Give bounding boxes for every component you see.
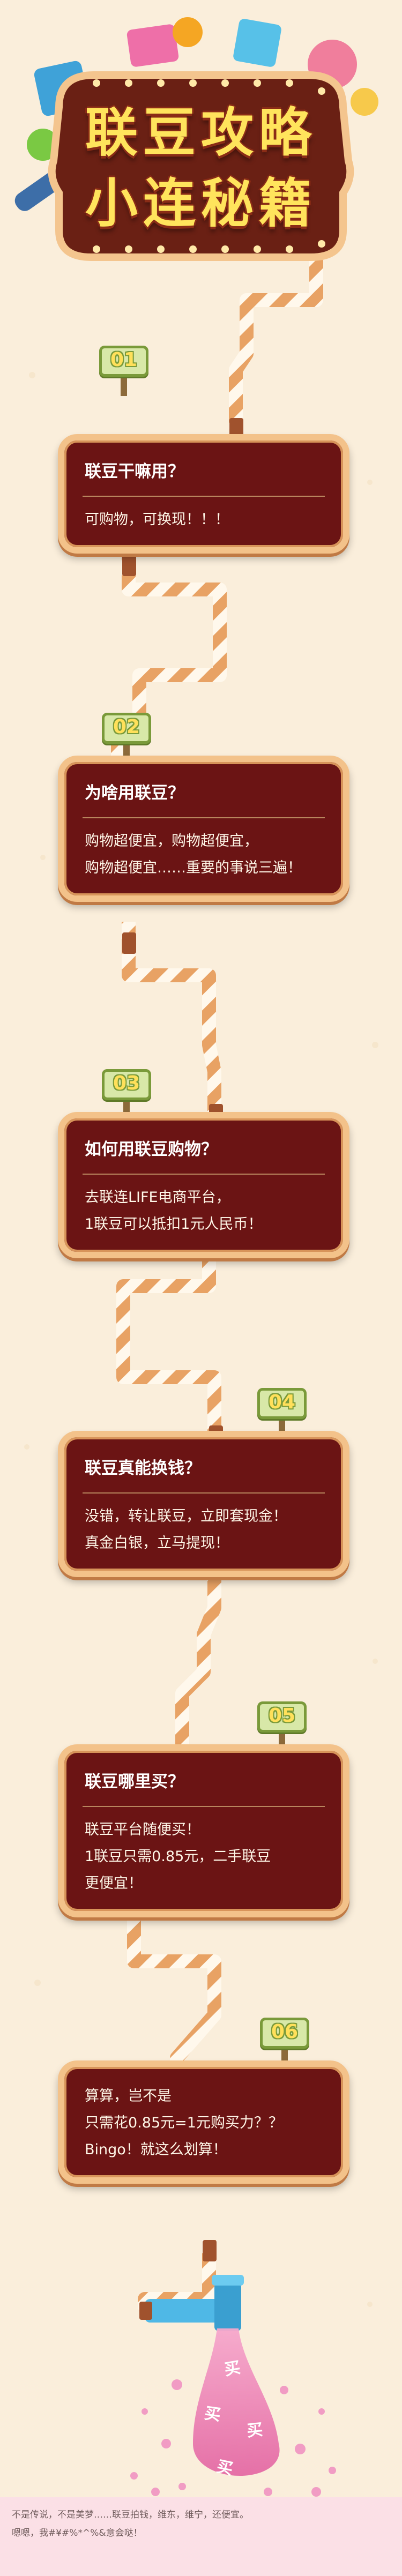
faq-answer: 没错，转让联豆，立即套现金！ 真金白银，立马提现！ [64, 1494, 343, 1571]
faq-answer-line: Bingo！就这么划算！ [85, 2141, 227, 2158]
faq-card-3: 如何用联豆购物？ 去联连LIFE电商平台， 1联豆可以抵扣1元人民币！ [58, 1112, 349, 1258]
faq-answer-line: 真金白银，立马提现！ [85, 1535, 229, 1551]
faq-answer: 去联连LIFE电商平台， 1联豆可以抵扣1元人民币！ [64, 1175, 343, 1252]
section-number: 04 [268, 1391, 296, 1413]
faq-answer: 联豆平台随便买！ 1联豆只需0.85元，二手联豆 更便宜！ [64, 1807, 343, 1911]
faq-answer-line: 更便宜！ [85, 1875, 143, 1892]
footer-line: 嗯嗯，我#¥#%*^%&意会哒！ [12, 2528, 143, 2538]
faq-question: 联豆真能换钱？ [85, 1459, 201, 1478]
page-title-line1: 联豆攻略 [85, 102, 317, 163]
section-number: 05 [268, 1705, 296, 1727]
faq-answer-line: 没错，转让联豆，立即套现金！ [85, 1508, 287, 1525]
section-number-sign: 02 [102, 713, 151, 763]
faq-question: 联豆哪里买？ [85, 1772, 184, 1791]
faq-card-6: 算算，岂不是 只需花0.85元=1元购买力？？ Bingo！就这么划算！ [58, 2060, 349, 2184]
faq-answer-line: 购物超便宜，购物超便宜， [85, 833, 258, 849]
water-drop-label: 买 [203, 2404, 222, 2425]
faq-card-4: 联豆真能换钱？ 没错，转让联豆，立即套现金！ 真金白银，立马提现！ [58, 1431, 349, 1577]
water-drop-label: 买 [245, 2420, 264, 2441]
section-number-sign: 06 [260, 2018, 309, 2068]
faq-answer: 购物超便宜，购物超便宜， 购物超便宜……重要的事说三遍！ [64, 818, 343, 895]
faq-answer-line: 去联连LIFE电商平台， [85, 1189, 230, 1206]
faq-question: 如何用联豆购物？ [85, 1140, 218, 1159]
section-number: 03 [113, 1072, 140, 1094]
pink-water-stream [130, 2328, 336, 2497]
faq-question: 为啥用联豆？ [85, 783, 184, 803]
faq-answer-line: 联豆平台随便买！ [85, 1821, 200, 1838]
page-title-line2: 小连秘籍 [85, 173, 317, 234]
footer-text: 不是传说，不是美梦……联豆拍钱，维东，维宁，还便宜。 嗯嗯，我#¥#%*^%&意… [12, 2506, 390, 2542]
faq-answer-line: 只需花0.85元=1元购买力？？ [85, 2115, 283, 2131]
section-number-sign: 04 [257, 1388, 307, 1438]
background-illustration [14, 17, 378, 2497]
faq-answer-line: 1联豆只需0.85元，二手联豆 [85, 1848, 271, 1865]
faucet [139, 2275, 244, 2331]
section-number: 02 [113, 716, 140, 738]
faq-answer: 算算，岂不是 只需花0.85元=1元购买力？？ Bingo！就这么划算！ [64, 2067, 343, 2177]
faq-card-5: 联豆哪里买？ 联豆平台随便买！ 1联豆只需0.85元，二手联豆 更便宜！ [58, 1744, 349, 1917]
section-number-sign: 03 [102, 1069, 151, 1119]
faq-card-2: 为啥用联豆？ 购物超便宜，购物超便宜， 购物超便宜……重要的事说三遍！ [58, 756, 349, 902]
section-number-sign: 01 [99, 346, 148, 396]
faq-answer-line: 可购物，可换现！！！ [85, 511, 229, 528]
faq-question: 联豆干嘛用？ [85, 462, 184, 481]
faq-answer: 可购物，可换现！！！ [64, 497, 343, 547]
footer-line: 不是传说，不是美梦……联豆拍钱，维东，维宁，还便宜。 [12, 2510, 249, 2520]
faq-card-1: 联豆干嘛用？ 可购物，可换现！！！ [58, 434, 349, 554]
faq-answer-line: 购物超便宜……重要的事说三遍！ [85, 860, 302, 876]
faq-question: 算算，岂不是 [85, 2088, 172, 2104]
faq-answer-line: 1联豆可以抵扣1元人民币！ [85, 1216, 263, 1233]
section-number-sign: 05 [257, 1701, 307, 1752]
section-number: 06 [271, 2021, 299, 2043]
section-number: 01 [110, 349, 138, 371]
